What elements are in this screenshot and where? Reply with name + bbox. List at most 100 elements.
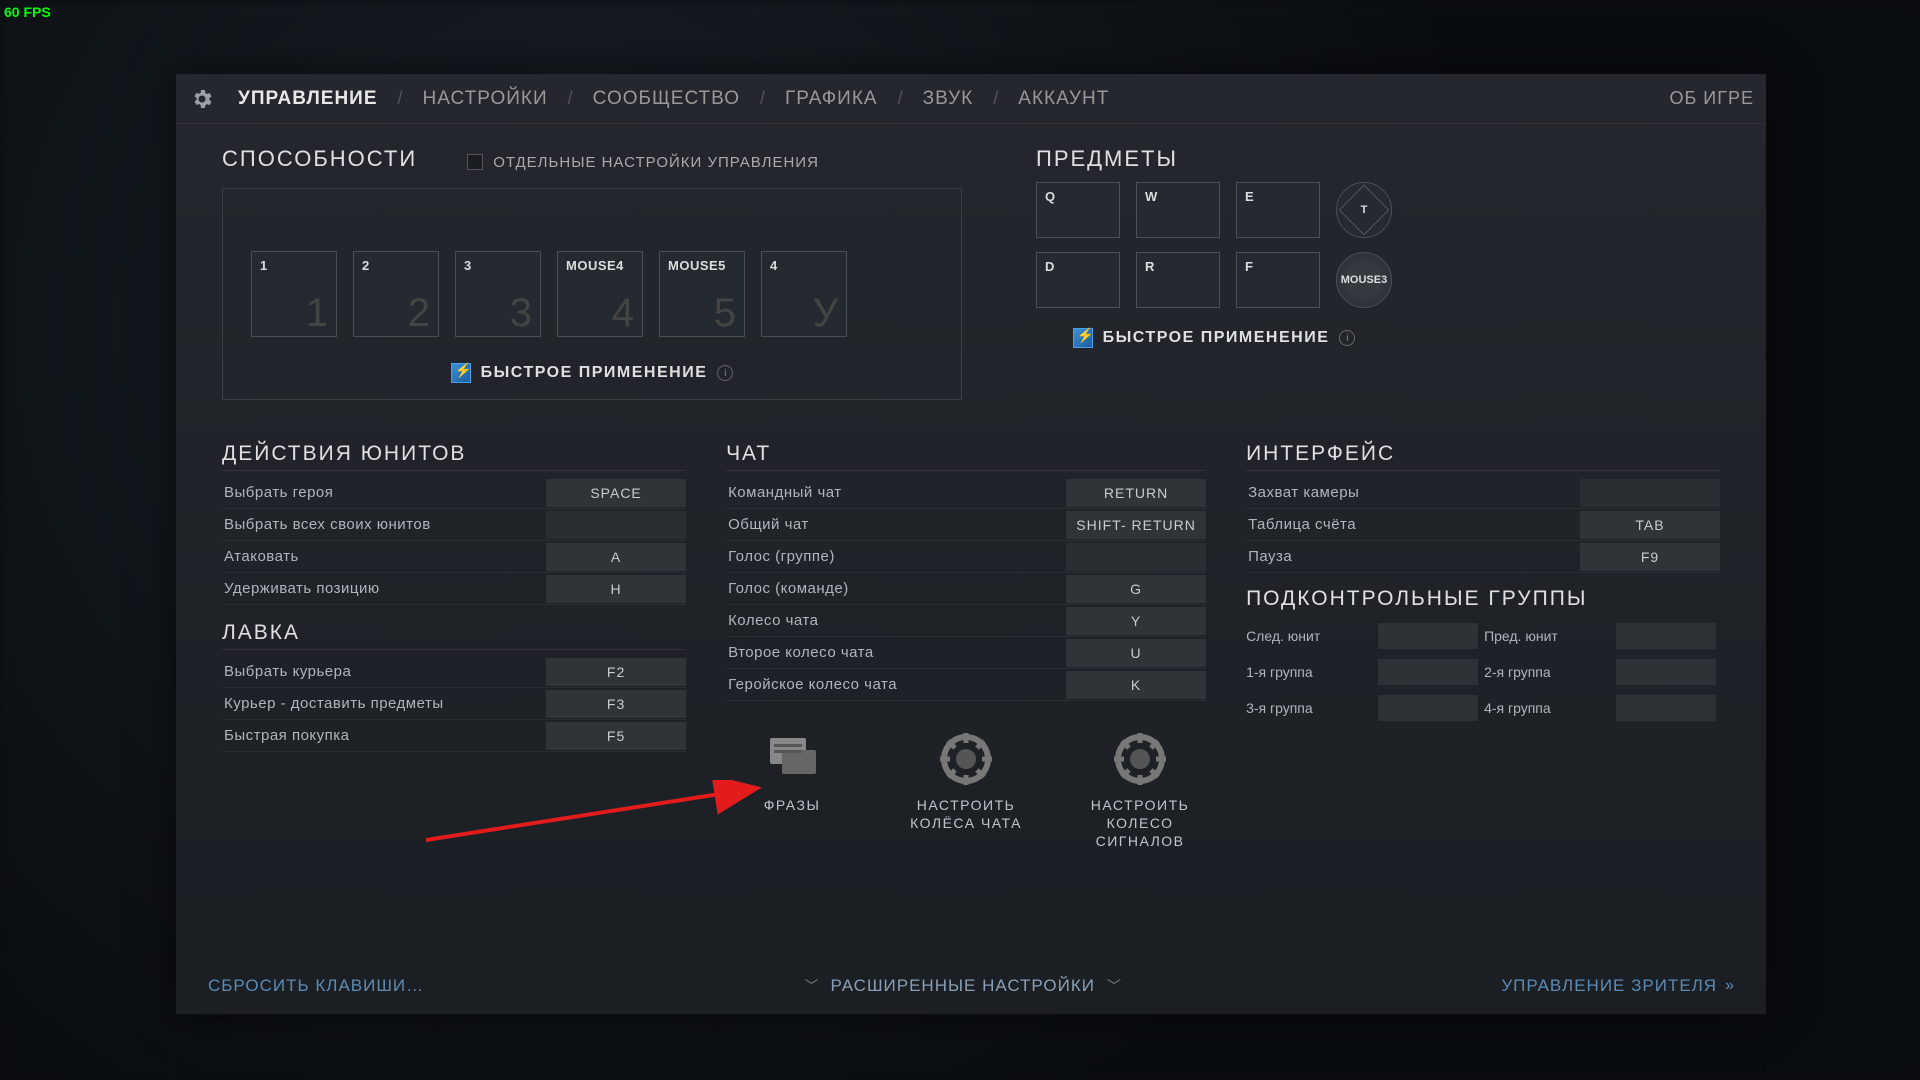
bind-key[interactable]: G <box>1066 575 1206 603</box>
chat-bubble-icon <box>762 731 822 786</box>
tab-about[interactable]: ОБ ИГРЕ <box>1669 88 1754 109</box>
quickcast-checkbox-icon <box>451 363 471 383</box>
interface-title: ИНТЕРФЕЙС <box>1246 442 1720 471</box>
phrases-button[interactable]: ФРАЗЫ <box>726 731 858 851</box>
bind-label: 1-я группа <box>1246 664 1378 680</box>
gear-icon <box>188 85 216 113</box>
abilities-quickcast[interactable]: БЫСТРОЕ ПРИМЕНЕНИЕ i <box>251 363 933 383</box>
info-icon[interactable]: i <box>717 365 733 381</box>
spectator-label: УПРАВЛЕНИЕ ЗРИТЕЛЯ <box>1501 976 1717 996</box>
abilities-section: СПОСОБНОСТИ ОТДЕЛЬНЫЕ НАСТРОЙКИ УПРАВЛЕН… <box>222 146 962 400</box>
bind-label: 4-я группа <box>1484 700 1616 716</box>
bind-label: След. юнит <box>1246 628 1378 644</box>
tab-video[interactable]: ГРАФИКА <box>779 88 884 110</box>
bind-key[interactable]: H <box>546 575 686 603</box>
info-icon[interactable]: i <box>1339 330 1355 346</box>
bind-key[interactable]: U <box>1066 639 1206 667</box>
item-slot-2[interactable]: W <box>1136 182 1220 238</box>
bind-key[interactable]: SPACE <box>546 479 686 507</box>
ability-slot-1[interactable]: 11 <box>251 251 337 337</box>
shop-title: ЛАВКА <box>222 621 686 650</box>
bind-label: Второе колесо чата <box>726 644 1062 661</box>
tab-social[interactable]: СООБЩЕСТВО <box>587 88 746 110</box>
bind-label: Голос (группе) <box>726 548 1062 565</box>
bind-label: Голос (команде) <box>726 580 1062 597</box>
bind-key[interactable] <box>1580 479 1720 507</box>
wheel-icon <box>1110 731 1170 786</box>
advanced-settings-toggle[interactable]: ﹀ РАСШИРЕННЫЕ НАСТРОЙКИ ﹀ <box>424 976 1501 996</box>
bind-key[interactable] <box>546 511 686 539</box>
unit-actions-col: ДЕЙСТВИЯ ЮНИТОВ Выбрать герояSPACE Выбра… <box>222 410 686 851</box>
neutral-slot[interactable]: MOUSE3 <box>1336 252 1392 308</box>
item-slot-6[interactable]: F <box>1236 252 1320 308</box>
tab-options[interactable]: НАСТРОЙКИ <box>417 88 554 110</box>
bind-label: Пауза <box>1246 548 1576 565</box>
bind-label: Выбрать всех своих юнитов <box>222 516 542 533</box>
ability-slot-ult[interactable]: 4У <box>761 251 847 337</box>
bind-key[interactable] <box>1066 543 1206 571</box>
reset-hotkeys-link[interactable]: СБРОСИТЬ КЛАВИШИ… <box>208 976 424 996</box>
tp-slot[interactable]: T <box>1336 182 1392 238</box>
per-hero-label: ОТДЕЛЬНЫЕ НАСТРОЙКИ УПРАВЛЕНИЯ <box>493 154 819 171</box>
bind-key[interactable]: RETURN <box>1066 479 1206 507</box>
bind-label: Удерживать позицию <box>222 580 542 597</box>
interface-col: ИНТЕРФЕЙС Захват камеры Таблица счётаTAB… <box>1246 410 1720 851</box>
chat-title: ЧАТ <box>726 442 1206 471</box>
ability-slot-2[interactable]: 22 <box>353 251 439 337</box>
chevron-right-icon: » <box>1725 977 1734 995</box>
bind-key[interactable] <box>1616 695 1716 721</box>
advanced-label: РАСШИРЕННЫЕ НАСТРОЙКИ <box>831 976 1095 996</box>
unit-actions-title: ДЕЙСТВИЯ ЮНИТОВ <box>222 442 686 471</box>
bind-key[interactable]: F3 <box>546 690 686 718</box>
phrases-label: ФРАЗЫ <box>764 796 821 814</box>
quickcast-label: БЫСТРОЕ ПРИМЕНЕНИЕ <box>1103 329 1330 347</box>
settings-panel: УПРАВЛЕНИЕ / НАСТРОЙКИ / СООБЩЕСТВО / ГР… <box>176 74 1766 1014</box>
bind-key[interactable]: K <box>1066 671 1206 699</box>
bind-key[interactable] <box>1616 659 1716 685</box>
bind-key[interactable]: Y <box>1066 607 1206 635</box>
control-groups-title: ПОДКОНТРОЛЬНЫЕ ГРУППЫ <box>1246 587 1720 615</box>
bind-key[interactable] <box>1378 659 1478 685</box>
chevron-down-icon: ﹀ <box>1107 976 1121 996</box>
bind-key[interactable] <box>1378 695 1478 721</box>
bind-label: Пред. юнит <box>1484 628 1616 644</box>
wheel-icon <box>936 731 996 786</box>
chat-wheel-label: НАСТРОИТЬ КОЛЁСА ЧАТА <box>900 796 1032 832</box>
abilities-title: СПОСОБНОСТИ <box>222 146 417 172</box>
chat-wheel-button[interactable]: НАСТРОИТЬ КОЛЁСА ЧАТА <box>900 731 1032 851</box>
tab-account[interactable]: АККАУНТ <box>1012 88 1115 110</box>
bind-key[interactable]: F2 <box>546 658 686 686</box>
bind-key[interactable]: A <box>546 543 686 571</box>
ping-wheel-button[interactable]: НАСТРОИТЬ КОЛЕСО СИГНАЛОВ <box>1074 731 1206 851</box>
bind-key[interactable]: F5 <box>546 722 686 750</box>
item-slot-1[interactable]: Q <box>1036 182 1120 238</box>
bind-key[interactable]: TAB <box>1580 511 1720 539</box>
item-slot-3[interactable]: E <box>1236 182 1320 238</box>
ping-wheel-label: НАСТРОИТЬ КОЛЕСО СИГНАЛОВ <box>1074 796 1206 851</box>
bind-label: Общий чат <box>726 516 1062 533</box>
ability-slot-5[interactable]: MOUSE55 <box>659 251 745 337</box>
content-upper: СПОСОБНОСТИ ОТДЕЛЬНЫЕ НАСТРОЙКИ УПРАВЛЕН… <box>176 124 1766 400</box>
settings-tabs: УПРАВЛЕНИЕ / НАСТРОЙКИ / СООБЩЕСТВО / ГР… <box>176 74 1766 124</box>
ability-slot-4[interactable]: MOUSE44 <box>557 251 643 337</box>
bind-key[interactable] <box>1616 623 1716 649</box>
spectator-controls-link[interactable]: УПРАВЛЕНИЕ ЗРИТЕЛЯ » <box>1501 976 1734 996</box>
bind-label: Выбрать героя <box>222 484 542 501</box>
bind-label: Геройское колесо чата <box>726 676 1062 693</box>
chevron-down-icon: ﹀ <box>805 976 819 996</box>
per-hero-hotkeys-checkbox[interactable]: ОТДЕЛЬНЫЕ НАСТРОЙКИ УПРАВЛЕНИЯ <box>467 154 819 171</box>
item-slot-4[interactable]: D <box>1036 252 1120 308</box>
bind-key[interactable]: SHIFT- RETURN <box>1066 511 1206 539</box>
settings-footer: СБРОСИТЬ КЛАВИШИ… ﹀ РАСШИРЕННЫЕ НАСТРОЙК… <box>176 976 1766 996</box>
items-quickcast[interactable]: БЫСТРОЕ ПРИМЕНЕНИЕ i <box>1036 328 1392 348</box>
bind-label: Атаковать <box>222 548 542 565</box>
ability-slots-panel: 11 22 33 MOUSE44 MOUSE55 4У БЫСТРОЕ ПРИМ… <box>222 188 962 400</box>
bind-label: Командный чат <box>726 484 1062 501</box>
bind-key[interactable] <box>1378 623 1478 649</box>
bind-key[interactable]: F9 <box>1580 543 1720 571</box>
item-slot-5[interactable]: R <box>1136 252 1220 308</box>
ability-slot-3[interactable]: 33 <box>455 251 541 337</box>
chat-col: ЧАТ Командный чатRETURN Общий чатSHIFT- … <box>726 410 1206 851</box>
tab-audio[interactable]: ЗВУК <box>917 88 980 110</box>
tab-controls[interactable]: УПРАВЛЕНИЕ <box>232 88 384 110</box>
